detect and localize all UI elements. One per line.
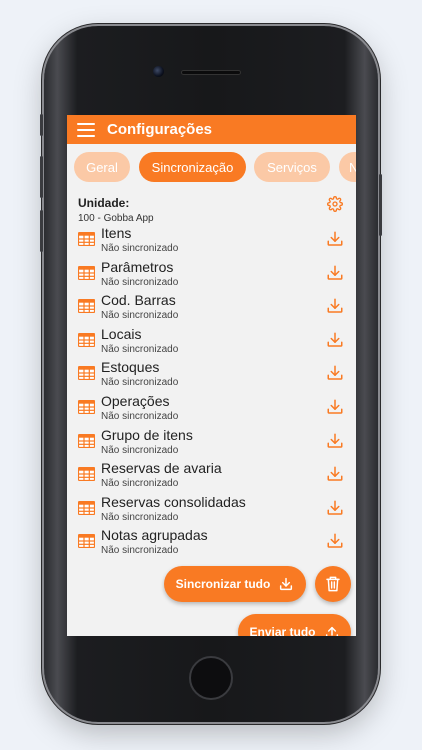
item-status: Não sincronizado <box>101 478 179 490</box>
item-name: Locais <box>101 325 142 342</box>
download-icon[interactable] <box>326 331 344 349</box>
tab-bar: Geral Sincronização Serviços N <box>67 144 356 192</box>
list-item[interactable]: Locais Não sincronizado <box>67 325 356 359</box>
send-all-button[interactable]: Enviar tudo <box>238 614 351 636</box>
item-name: Itens <box>101 225 132 241</box>
list-item[interactable]: Operações Não sincronizado <box>67 392 356 426</box>
download-icon[interactable] <box>326 364 344 382</box>
list-item[interactable]: Cod. Barras Não sincronizado <box>67 291 356 325</box>
list-item[interactable]: Itens Não sincronizado <box>67 224 356 258</box>
sync-list: Itens Não sincronizado Parâmetros Não sincr… <box>67 224 356 560</box>
volume-up-button <box>40 156 43 198</box>
download-icon[interactable] <box>326 230 344 248</box>
power-button <box>379 174 382 236</box>
list-item[interactable]: Estoques Não sincronizado <box>67 358 356 392</box>
earpiece-speaker <box>181 70 241 75</box>
menu-icon[interactable] <box>77 122 95 137</box>
home-button[interactable] <box>189 656 233 700</box>
table-icon <box>78 467 95 482</box>
table-icon <box>78 534 95 549</box>
item-status: Não sincronizado <box>101 545 179 557</box>
send-all-label: Enviar tudo <box>249 625 316 636</box>
tab-next[interactable]: N <box>339 152 356 182</box>
download-icon[interactable] <box>326 432 344 450</box>
unit-value: 100 - Gobba App <box>78 213 154 224</box>
app-bar: Configurações <box>67 115 356 144</box>
table-icon <box>78 399 95 414</box>
download-icon[interactable] <box>326 499 344 517</box>
list-item[interactable]: Reservas de avaria Não sincronizado <box>67 459 356 493</box>
front-camera <box>153 66 164 77</box>
table-icon <box>78 500 95 515</box>
table-icon <box>78 265 95 280</box>
item-name: Reservas consolidadas <box>101 493 246 510</box>
table-icon <box>78 332 95 347</box>
volume-down-button <box>40 210 43 252</box>
list-item[interactable]: Reservas consolidadas Não sincronizado <box>67 493 356 527</box>
item-status: Não sincronizado <box>101 243 179 254</box>
list-item[interactable]: Parâmetros Não sincronizado <box>67 258 356 292</box>
item-name: Estoques <box>101 359 160 376</box>
download-icon[interactable] <box>326 398 344 416</box>
sync-all-button[interactable]: Sincronizar tudo <box>164 566 306 602</box>
item-name: Parâmetros <box>101 258 174 275</box>
download-icon <box>280 577 293 591</box>
item-status: Não sincronizado <box>101 410 179 422</box>
gear-icon[interactable] <box>327 196 343 212</box>
table-icon <box>78 366 95 381</box>
unit-section: Unidade: 100 - Gobba App <box>67 192 356 224</box>
list-item[interactable]: Grupo de itens Não sincronizado <box>67 426 356 460</box>
mute-switch <box>40 114 43 136</box>
item-status: Não sincronizado <box>101 377 179 389</box>
item-name: Operações <box>101 392 170 409</box>
tab-sincronizacao[interactable]: Sincronização <box>139 152 246 182</box>
list-item[interactable]: Notas agrupadas Não sincronizado <box>67 526 356 560</box>
download-icon[interactable] <box>326 264 344 282</box>
sync-all-label: Sincronizar tudo <box>175 577 271 591</box>
item-status: Não sincronizado <box>101 343 179 355</box>
item-status: Não sincronizado <box>101 511 179 523</box>
item-status: Não sincronizado <box>101 444 179 456</box>
item-status: Não sincronizado <box>101 310 179 322</box>
tab-servicos[interactable]: Serviços <box>254 152 330 182</box>
table-icon <box>78 299 95 314</box>
download-icon[interactable] <box>326 532 344 550</box>
trash-icon <box>326 576 340 592</box>
tab-geral[interactable]: Geral <box>74 152 130 182</box>
item-status: Não sincronizado <box>101 276 179 288</box>
delete-button[interactable] <box>315 566 351 602</box>
item-name: Cod. Barras <box>101 292 176 309</box>
upload-icon <box>325 626 338 636</box>
app-screen: Configurações Geral Sincronização Serviç… <box>67 115 356 636</box>
item-name: Grupo de itens <box>101 426 193 443</box>
item-name: Notas agrupadas <box>101 527 208 544</box>
download-icon[interactable] <box>326 297 344 315</box>
table-icon <box>78 433 95 448</box>
download-icon[interactable] <box>326 465 344 483</box>
table-icon <box>78 232 95 246</box>
item-name: Reservas de avaria <box>101 460 222 477</box>
page-title: Configurações <box>107 121 213 138</box>
unit-label: Unidade: <box>78 196 130 210</box>
